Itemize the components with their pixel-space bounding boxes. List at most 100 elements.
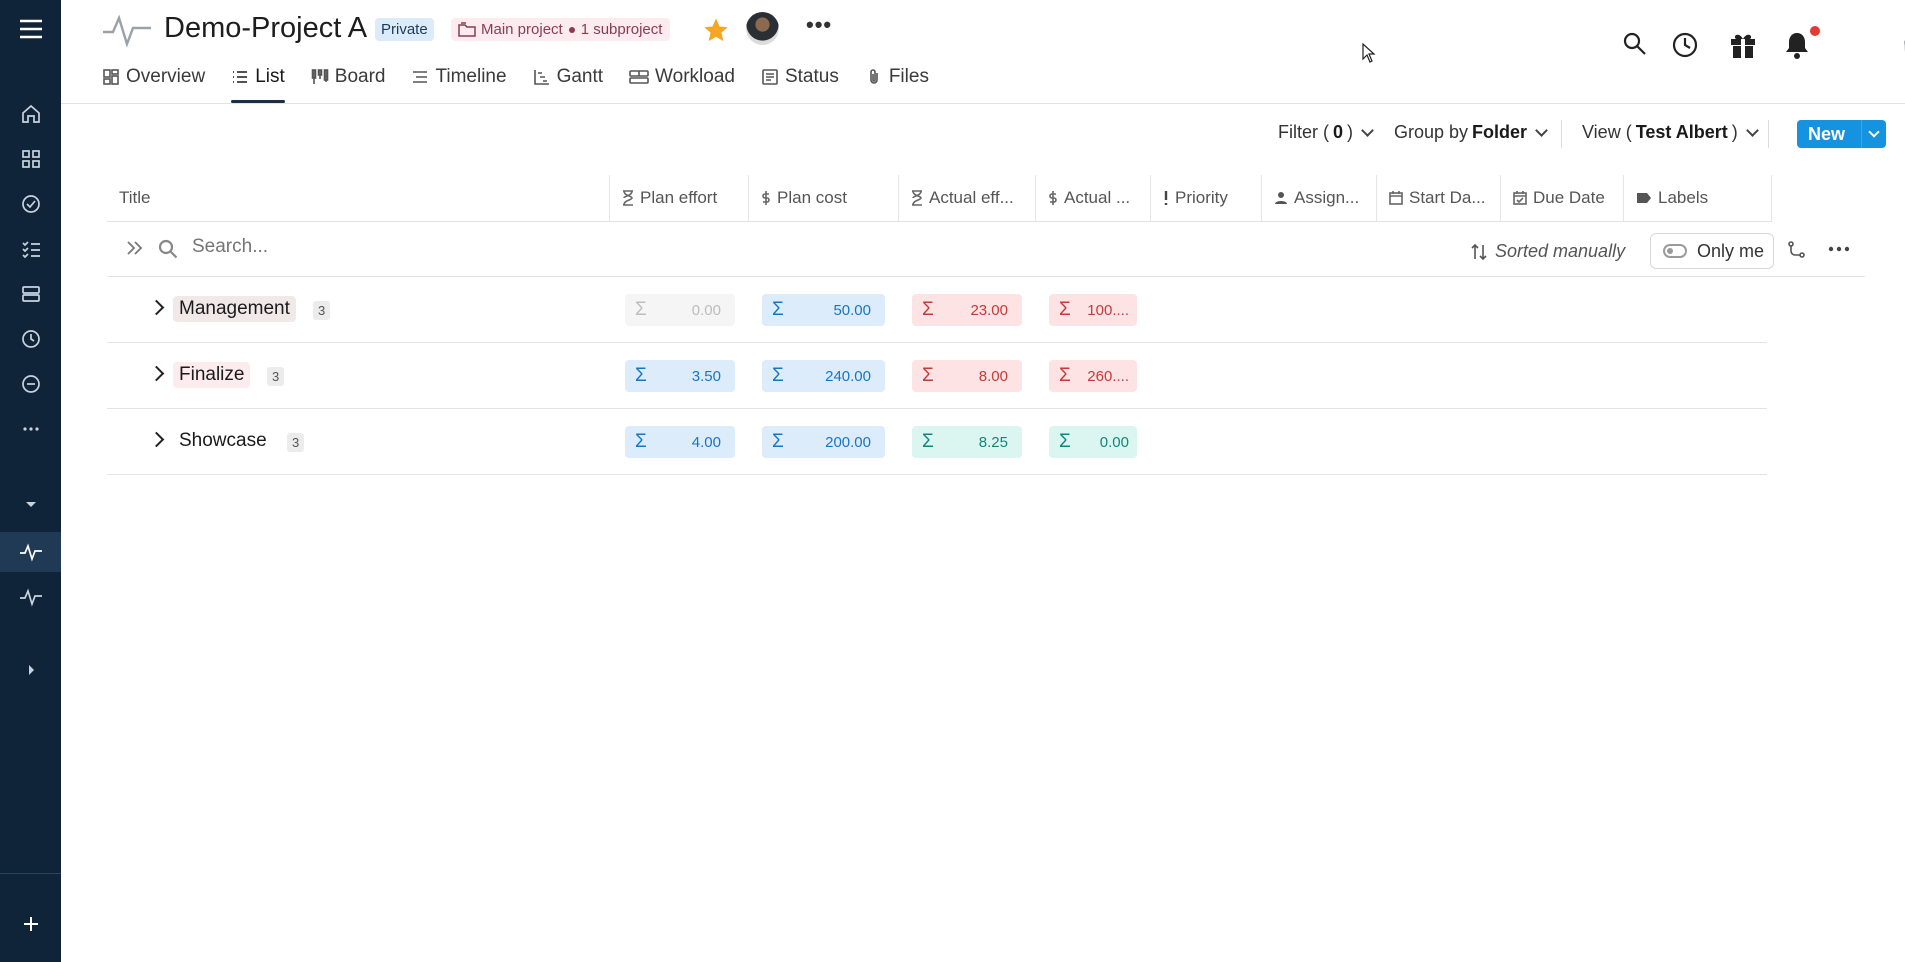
expand-all-icon[interactable] [124, 238, 146, 263]
sigma-icon: Σ [1059, 365, 1071, 386]
notifications-bell-icon[interactable] [1783, 30, 1811, 65]
tab-gantt[interactable]: Gantt [533, 66, 615, 103]
only-me-toggle[interactable]: Only me [1650, 233, 1774, 269]
search-icon[interactable] [1621, 30, 1649, 63]
status-icon [762, 69, 778, 85]
table-row-group-finalize[interactable]: Finalize 3 Σ 3.50 Σ 240.00 Σ 8.00 Σ 260.... [107, 343, 1767, 409]
table-row-group-showcase[interactable]: Showcase 3 Σ 4.00 Σ 200.00 Σ 8.25 Σ 0.00 [107, 409, 1767, 475]
subtask-hierarchy-icon[interactable] [1787, 240, 1807, 265]
expand-chevron-icon[interactable] [148, 365, 165, 382]
tab-board[interactable]: Board [311, 66, 398, 103]
column-header-actual-effort[interactable]: Actual eff... [899, 175, 1036, 221]
overview-icon [103, 69, 119, 85]
toolbar-divider [1561, 120, 1562, 148]
expand-chevron-icon[interactable] [148, 431, 165, 448]
caret-down-icon[interactable] [0, 484, 61, 524]
hamburger-menu-icon[interactable] [0, 9, 61, 49]
plan-cost-sum-cell[interactable]: Σ 200.00 [762, 426, 885, 458]
column-label: Start Da... [1409, 188, 1486, 207]
group-name[interactable]: Showcase [173, 428, 273, 454]
person-icon [1275, 192, 1287, 204]
exclamation-icon [1164, 191, 1168, 205]
favorite-star-icon[interactable] [702, 16, 730, 49]
project-title[interactable]: Demo-Project A [164, 12, 367, 45]
project-pulse-logo-icon [101, 10, 153, 55]
new-button[interactable]: New [1797, 120, 1886, 148]
column-label: Priority [1175, 188, 1228, 207]
cell-value: 8.00 [978, 367, 1008, 385]
server-icon[interactable] [0, 274, 61, 314]
actual-cost-sum-cell[interactable]: Σ 0.00 [1049, 426, 1137, 458]
tab-workload[interactable]: Workload [629, 66, 747, 103]
column-header-priority[interactable]: Priority [1151, 175, 1262, 221]
column-header-start-date[interactable]: Start Da... [1377, 175, 1501, 221]
sigma-icon: Σ [772, 365, 784, 386]
actual-cost-sum-cell[interactable]: Σ 260.... [1049, 360, 1137, 392]
gift-icon[interactable] [1728, 30, 1758, 65]
new-dropdown-chevron-icon[interactable] [1860, 120, 1887, 148]
view-prefix: View ( [1582, 122, 1632, 142]
view-suffix: ) [1731, 122, 1738, 142]
actual-effort-sum-cell[interactable]: Σ 8.00 [912, 360, 1022, 392]
actual-cost-sum-cell[interactable]: Σ 100.... [1049, 294, 1137, 326]
cell-value: 8.25 [978, 433, 1008, 451]
calendar-check-icon [1513, 191, 1527, 205]
search-input[interactable] [192, 236, 792, 258]
dashboard-icon[interactable] [0, 139, 61, 179]
filter-button[interactable]: Filter (0) [1278, 122, 1374, 143]
plan-cost-sum-cell[interactable]: Σ 240.00 [762, 360, 885, 392]
plan-effort-sum-cell[interactable]: Σ 3.50 [625, 360, 735, 392]
add-icon[interactable] [0, 904, 61, 944]
new-button-label: New [1808, 123, 1846, 144]
minus-circle-icon[interactable] [0, 364, 61, 404]
tab-overview[interactable]: Overview [102, 66, 217, 103]
column-header-plan-cost[interactable]: Plan cost [749, 175, 899, 221]
column-header-labels[interactable]: Labels [1624, 175, 1772, 221]
sigma-icon: Σ [772, 431, 784, 452]
dollar-icon [1049, 191, 1057, 205]
column-label: Actual ... [1064, 188, 1131, 207]
workload-icon [629, 70, 649, 84]
more-horizontal-icon[interactable] [0, 409, 61, 449]
tab-status[interactable]: Status [761, 66, 851, 103]
project-pulse-icon[interactable] [0, 577, 61, 617]
table-row-group-management[interactable]: Management 3 Σ 0.00 Σ 50.00 Σ 23.00 Σ 100...… [107, 277, 1767, 343]
member-avatar[interactable] [746, 12, 779, 45]
tab-files[interactable]: Files [865, 66, 941, 103]
sort-mode-button[interactable]: Sorted manually [1471, 241, 1625, 262]
column-header-assignee[interactable]: Assign... [1262, 175, 1377, 221]
hierarchy-main-label: Main project [481, 21, 563, 38]
filter-prefix: Filter ( [1278, 122, 1329, 142]
time-tracking-clock-icon[interactable] [1670, 30, 1700, 65]
project-hierarchy-chip[interactable]: Main project 1 subproject [451, 18, 671, 41]
plan-cost-sum-cell[interactable]: Σ 50.00 [762, 294, 885, 326]
plan-effort-sum-cell[interactable]: Σ 4.00 [625, 426, 735, 458]
project-pulse-icon-active[interactable] [0, 532, 61, 572]
group-by-button[interactable]: Group by Folder [1394, 122, 1548, 143]
group-name[interactable]: Finalize [173, 362, 251, 388]
table-more-options-icon[interactable] [1826, 236, 1852, 267]
tab-timeline[interactable]: Timeline [411, 66, 518, 103]
caret-right-icon[interactable] [0, 650, 61, 690]
visibility-badge[interactable]: Private [375, 18, 434, 41]
tab-label: Board [334, 66, 386, 87]
expand-chevron-icon[interactable] [148, 299, 165, 316]
project-more-menu-icon[interactable]: ••• [806, 12, 832, 38]
view-tabs: Overview List Board Timeline Gantt Workl… [102, 66, 955, 103]
column-header-due-date[interactable]: Due Date [1501, 175, 1624, 221]
home-icon[interactable] [0, 94, 61, 134]
actual-effort-sum-cell[interactable]: Σ 8.25 [912, 426, 1022, 458]
rail-divider [0, 873, 61, 874]
column-header-title[interactable]: Title [107, 175, 610, 221]
left-nav-rail [0, 0, 61, 962]
clock-icon[interactable] [0, 319, 61, 359]
check-circle-icon[interactable] [0, 184, 61, 224]
task-list-icon[interactable] [0, 229, 61, 269]
tab-list[interactable]: List [231, 66, 297, 103]
column-header-plan-effort[interactable]: Plan effort [610, 175, 749, 221]
group-name[interactable]: Management [173, 296, 296, 322]
column-header-actual-cost[interactable]: Actual ... [1036, 175, 1151, 221]
plan-effort-sum-cell[interactable]: Σ 0.00 [625, 294, 735, 326]
actual-effort-sum-cell[interactable]: Σ 23.00 [912, 294, 1022, 326]
view-button[interactable]: View (Test Albert) [1582, 122, 1759, 143]
